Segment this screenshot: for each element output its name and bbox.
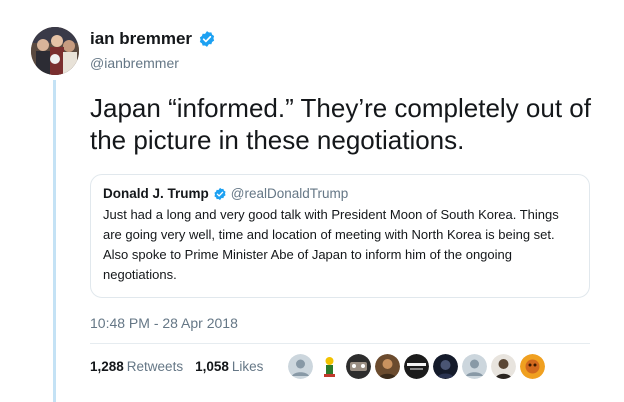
liker-avatar-photo-icon[interactable] — [520, 354, 545, 379]
liker-avatar-cartoon-icon[interactable] — [317, 354, 342, 379]
author-display-name[interactable]: ian bremmer — [90, 29, 192, 49]
liker-avatar-photo-icon[interactable] — [404, 354, 429, 379]
retweets-label: Retweets — [126, 359, 184, 374]
quoted-author-handle: @realDonaldTrump — [230, 186, 349, 201]
verified-badge-icon — [199, 31, 215, 47]
likes-label: Likes — [231, 359, 264, 374]
liker-avatar-photo-icon[interactable] — [491, 354, 516, 379]
quoted-tweet-header: Donald J. Trump @realDonaldTrump — [103, 186, 577, 201]
divider — [90, 343, 590, 344]
likes-count: 1,058 — [195, 359, 229, 374]
tweet-text: Japan “informed.” They’re completely out… — [90, 93, 591, 155]
author-handle[interactable]: @ianbremmer — [90, 55, 179, 71]
likes-stat[interactable]: 1,058 Likes — [195, 359, 263, 374]
quoted-tweet-text: Just had a long and very good talk with … — [103, 207, 559, 282]
engagement-stats: 1,288 Retweets 1,058 Likes — [90, 359, 275, 374]
retweets-count: 1,288 — [90, 359, 124, 374]
group-photo-avatar-icon — [31, 27, 79, 75]
quoted-tweet-card[interactable]: Donald J. Trump @realDonaldTrump Just ha… — [90, 174, 590, 298]
verified-badge-icon — [214, 187, 226, 200]
retweets-stat[interactable]: 1,288 Retweets — [90, 359, 183, 374]
author-avatar[interactable] — [31, 27, 79, 75]
liker-avatar-default-icon[interactable] — [288, 354, 313, 379]
tweet-timestamp[interactable]: 10:48 PM - 28 Apr 2018 — [90, 315, 238, 331]
likers-avatars — [288, 354, 549, 379]
liker-avatar-photo-icon[interactable] — [375, 354, 400, 379]
thread-line — [53, 80, 56, 402]
author-name-row: ian bremmer — [90, 29, 216, 49]
liker-avatar-photo-icon[interactable] — [346, 354, 371, 379]
quoted-author-name: Donald J. Trump — [103, 186, 209, 201]
liker-avatar-default-icon[interactable] — [462, 354, 487, 379]
liker-avatar-photo-icon[interactable] — [433, 354, 458, 379]
